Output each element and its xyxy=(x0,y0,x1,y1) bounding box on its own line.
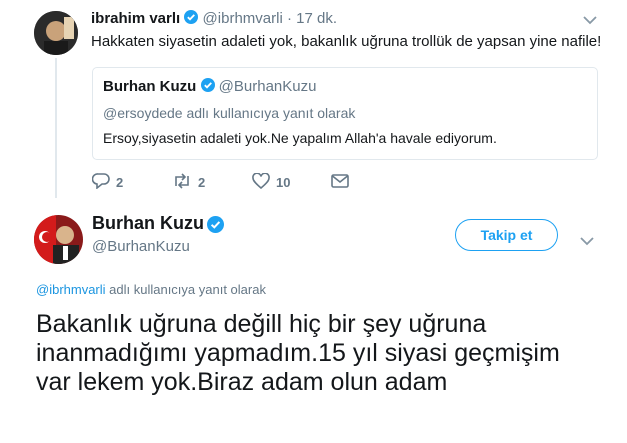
dm-icon xyxy=(331,174,349,191)
retweet-count: 2 xyxy=(198,175,206,190)
reply-count: 2 xyxy=(116,175,124,190)
reply-button[interactable]: 2 xyxy=(91,173,124,192)
retweet-button[interactable]: 2 xyxy=(172,173,205,192)
verified-icon xyxy=(207,216,224,238)
author-handle[interactable]: @ibrhmvarli xyxy=(203,10,283,27)
thread-line xyxy=(55,58,57,198)
time-separator: · xyxy=(286,10,292,27)
reply-context-suffix: adlı kullanıcıya yanıt olarak xyxy=(105,282,266,297)
main-author-handle[interactable]: @BurhanKuzu xyxy=(92,238,190,255)
reply-tweet-text: Hakkaten siyasetin adaleti yok, bakanlık… xyxy=(91,33,602,50)
verified-icon xyxy=(200,78,215,96)
like-icon xyxy=(252,172,270,192)
retweet-icon xyxy=(172,173,192,192)
tweet-time[interactable]: 17 dk. xyxy=(296,10,337,27)
avatar-image xyxy=(34,215,83,264)
main-tweet-text: Bakanlık uğruna değill hiç bir şey uğrun… xyxy=(36,310,560,396)
dm-button[interactable] xyxy=(331,174,349,191)
like-button[interactable]: 10 xyxy=(252,172,291,192)
verified-icon xyxy=(184,10,199,28)
quoted-tweet[interactable]: Burhan Kuzu @BurhanKuzu @ersoydede adlı … xyxy=(92,67,598,160)
chevron-down-icon[interactable] xyxy=(583,12,597,30)
reply-mention-link[interactable]: @ibrhmvarli xyxy=(36,282,106,297)
chevron-down-icon[interactable] xyxy=(580,233,594,251)
author-name[interactable]: ibrahim varlı xyxy=(91,10,180,27)
avatar-image xyxy=(34,11,78,55)
quoted-author-name: Burhan Kuzu xyxy=(103,78,197,95)
reply-icon xyxy=(91,173,110,192)
follow-button[interactable]: Takip et xyxy=(455,219,558,251)
main-author-name[interactable]: Burhan Kuzu xyxy=(92,213,204,234)
quoted-text: Ersoy,siyasetin adaleti yok.Ne yapalım A… xyxy=(103,130,497,146)
avatar-ibrahim[interactable] xyxy=(34,11,78,55)
main-reply-context: @ibrhmvarli adlı kullanıcıya yanıt olara… xyxy=(36,282,266,297)
like-count: 10 xyxy=(276,175,291,190)
quoted-author-handle: @BurhanKuzu xyxy=(218,78,317,95)
quoted-reply-context: @ersoydede adlı kullanıcıya yanıt olarak xyxy=(103,105,356,121)
avatar-burhan[interactable] xyxy=(34,215,83,264)
reply-tweet-header: ibrahim varlı @ibrhmvarli · 17 dk. xyxy=(91,10,337,28)
quoted-header: Burhan Kuzu @BurhanKuzu xyxy=(103,78,316,96)
